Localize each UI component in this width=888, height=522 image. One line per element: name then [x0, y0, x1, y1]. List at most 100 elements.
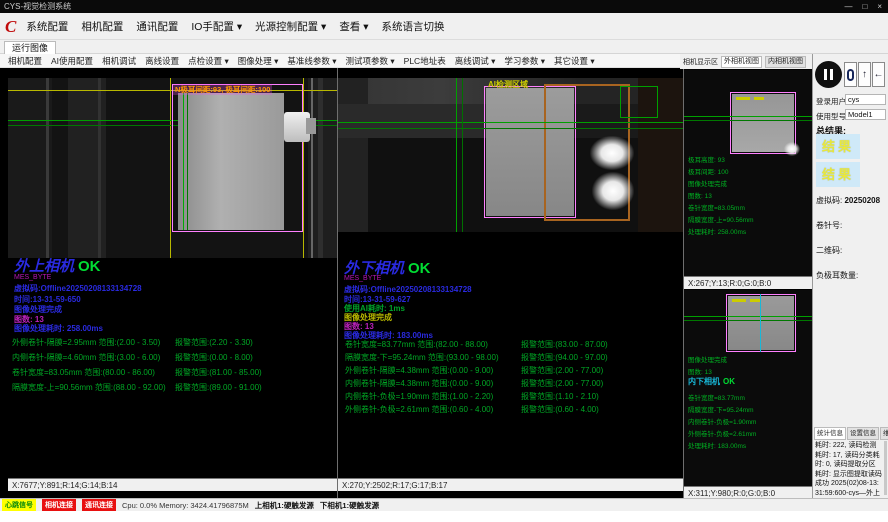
measurement-value: 隔膜宽度-上=90.56mm 范围:(88.00 - 92.00) [12, 383, 166, 392]
tool-learn-params[interactable]: 学习参数 ▾ [504, 55, 545, 67]
machinery-band [338, 78, 368, 232]
camera-thumb-inner-lower[interactable]: 图像处理完成 图数: 13 内下相机OK 卷针宽度=83.77mm 隔膜宽度-下… [684, 290, 812, 486]
measurement-value: 外侧卷针-隔膜=4.38mm 范围:(0.00 - 9.00) [345, 366, 493, 375]
measurement-row: 内侧卷针-隔膜=4.60mm 范围:(3.00 - 6.00) 报警范围:(0.… [12, 352, 334, 362]
left-cursor-status: X:7677;Y:891;R:14;G:14;B:14 [8, 478, 337, 491]
tool-spot-check[interactable]: 点检设置 ▾ [188, 55, 229, 67]
menu-bar: C 系统配置 相机配置 通讯配置 IO手配置 ▾ 光源控制配置 ▾ 查看 ▾ 系… [0, 13, 888, 40]
tab-run-image[interactable]: 运行图像 [4, 41, 56, 55]
upload-button[interactable]: ↑ [858, 62, 871, 87]
log-scrollbar[interactable] [884, 441, 887, 495]
snapshot-button[interactable] [844, 62, 857, 87]
needle-number-field: 卷针号: [816, 220, 842, 231]
tool-test-params[interactable]: 测试项参数 ▾ [346, 55, 395, 67]
field-label: 负极耳数量: [816, 271, 858, 280]
tool-offline-settings[interactable]: 离线设置 [145, 55, 179, 67]
thumb-text-line: 内侧卷针-负极=1.90mm [688, 416, 756, 426]
measurement-row: 隔膜宽度-上=90.56mm 范围:(88.00 - 92.00) 报警范围:(… [12, 382, 334, 392]
close-icon[interactable]: × [877, 2, 882, 11]
field-label: 二维码: [816, 246, 842, 255]
thumb-text-line: 极耳高度: 93 [688, 154, 725, 164]
measure-line-green [462, 78, 463, 232]
left-result-title: 外上相机OK [14, 255, 101, 276]
cpu-memory-readout: Cpu: 0.0% Memory: 3424.41796875M [122, 501, 249, 510]
pause-icon [824, 69, 827, 80]
thumb-text-line: 极耳间距: 100 [688, 166, 728, 176]
model-label: 使用型号: [816, 111, 848, 122]
menu-light-config[interactable]: 光源控制配置 ▾ [255, 19, 326, 34]
measure-line-green [684, 116, 812, 117]
calibration-line-yellow [303, 78, 304, 258]
ai-region-overlay-text: AI检测区域 [488, 79, 528, 90]
field-value: 20250208 [844, 196, 880, 205]
menu-camera-config[interactable]: 相机配置 [81, 19, 123, 34]
thumb-text-line: 图数: 13 [688, 366, 712, 376]
thumb-text-line: 卷针宽度=83.05mm [688, 202, 745, 212]
measurement-row: 卷针宽度=83.05mm 范围:(80.00 - 86.00) 报警范围:(81… [12, 367, 334, 377]
menu-view[interactable]: 查看 ▾ [339, 19, 368, 34]
measurement-value: 卷针宽度=83.77mm 范围:(82.00 - 88.00) [345, 340, 488, 349]
measurement-row: 外侧卷针-负极=2.61mm 范围:(0.60 - 4.00) 报警范围:(0.… [345, 404, 680, 414]
menu-system-config[interactable]: 系统配置 [26, 19, 68, 34]
tab-spacing-overlay-text: N极耳间距:93, 极耳间距:100 [173, 84, 272, 95]
tool-other-settings[interactable]: 其它设置 ▾ [554, 55, 595, 67]
tab-settings-info[interactable]: 设置信息 [847, 427, 879, 440]
result-badge-lower: 结果 [816, 162, 860, 187]
alarm-range: 报警范围:(2.20 - 3.30) [175, 337, 253, 348]
minimize-icon[interactable]: — [844, 2, 852, 11]
menu-io-config[interactable]: IO手配置 ▾ [191, 19, 242, 34]
capture-icon [847, 69, 854, 81]
camera-view-outer-upper[interactable]: N极耳间距:93, 极耳间距:100 [8, 78, 337, 258]
maximize-icon[interactable]: □ [862, 2, 867, 11]
calibration-line-yellow [170, 78, 171, 258]
qr-code-field: 二维码: [816, 245, 842, 256]
alarm-range: 报警范围:(2.00 - 77.00) [521, 378, 603, 389]
model-field[interactable]: Model1 [845, 109, 886, 120]
tool-ai-config[interactable]: AI使用配置 [51, 55, 93, 67]
thumb-area-label: 相机显示区 [683, 57, 718, 67]
tool-baseline-params[interactable]: 基准线参数 ▾ [287, 55, 336, 67]
tool-image-processing[interactable]: 图像处理 ▾ [238, 55, 279, 67]
app-window: CYS-视觉检测系统 — □ × C 系统配置 相机配置 通讯配置 IO手配置 … [0, 0, 888, 522]
tool-offline-debug[interactable]: 离线调试 ▾ [455, 55, 496, 67]
thumb-text-line: 处理耗时: 183.00ms [688, 440, 746, 450]
thumb-text-line: 图像处理完成 [688, 354, 727, 364]
measurement-value: 外侧卷针-隔膜=2.95mm 范围:(2.00 - 3.50) [12, 338, 160, 347]
tool-camera-debug[interactable]: 相机调试 [102, 55, 136, 67]
alarm-range: 报警范围:(2.00 - 77.00) [521, 365, 603, 376]
menu-comm-config[interactable]: 通讯配置 [136, 19, 178, 34]
tab-outer-cameras[interactable]: 外相机视图 [721, 56, 762, 68]
alarm-range: 报警范围:(0.00 - 8.00) [175, 352, 253, 363]
login-user-label: 登录用户: [816, 96, 848, 107]
measurement-row: 卷针宽度=83.77mm 范围:(82.00 - 88.00) 报警范围:(83… [345, 339, 680, 349]
measure-line-green [183, 93, 184, 230]
negative-tab-count-field: 负极耳数量: [816, 270, 858, 281]
mes-tag: MES_BYTE [14, 274, 51, 281]
thumb-text-line: 隔膜宽度-下=95.24mm [688, 404, 754, 414]
overlay-value-tag [754, 97, 764, 100]
tab-barcode-info[interactable]: 维码信息 [880, 427, 888, 440]
measurement-row: 隔膜宽度-下=95.24mm 范围:(93.00 - 98.00) 报警范围:(… [345, 352, 680, 362]
tool-plc-address[interactable]: PLC地址表 [404, 55, 446, 67]
field-label: 卷针号: [816, 221, 842, 230]
measurement-value: 隔膜宽度-下=95.24mm 范围:(93.00 - 98.00) [345, 353, 499, 362]
pause-button[interactable] [815, 61, 842, 88]
virtual-code-field: 虚拟码: 20250208 [816, 195, 880, 206]
reflection-highlight [784, 142, 800, 156]
tool-camera-config[interactable]: 相机配置 [8, 55, 42, 67]
return-button[interactable]: ← [872, 62, 885, 87]
roi-box-pink [172, 84, 303, 232]
login-user-field[interactable]: cys [845, 94, 886, 105]
menu-language-switch[interactable]: 系统语言切换 [382, 19, 445, 34]
tab-inner-cameras[interactable]: 内相机视图 [765, 56, 806, 68]
thumb-text-line: 隔膜宽度-上=90.56mm [688, 214, 754, 224]
thumb-text-line: 外侧卷针-负极=2.61mm [688, 428, 756, 438]
camera-view-outer-lower[interactable]: AI检测区域 [338, 78, 683, 232]
title-bar[interactable]: CYS-视觉检测系统 — □ × [0, 0, 888, 13]
camera-thumb-inner-upper[interactable]: 极耳高度: 93 极耳间距: 100 图像处理完成 图数: 13 卷针宽度=83… [684, 70, 812, 276]
thumb-top-cursor-status: X:267;Y:13;R:0;G:0;B:0 [684, 276, 812, 289]
alarm-range: 报警范围:(81.00 - 85.00) [175, 367, 262, 378]
ok-status: OK [78, 258, 101, 275]
field-label: 虚拟码: [816, 196, 842, 205]
tab-statistics-info[interactable]: 统计信息 [814, 427, 846, 440]
